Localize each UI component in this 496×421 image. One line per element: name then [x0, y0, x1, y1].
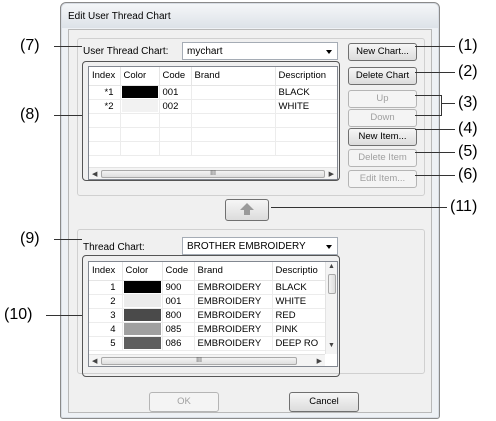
leader-line-4	[415, 129, 455, 130]
delete-item-button[interactable]: Delete Item	[348, 149, 417, 167]
callout-6: (6)	[458, 166, 478, 183]
delete-chart-button[interactable]: Delete Chart	[348, 67, 417, 85]
edit-item-button[interactable]: Edit Item...	[348, 170, 417, 188]
user-thread-chart-combobox[interactable]: mychart	[182, 42, 338, 60]
callout-11: (11)	[450, 198, 478, 215]
leader-line-3b	[415, 115, 441, 116]
cancel-button[interactable]: Cancel	[289, 392, 359, 412]
callout-1: (1)	[458, 37, 478, 54]
leader-line-2	[415, 72, 455, 73]
callout-10: (10)	[4, 306, 33, 323]
callout-frame-thread-list	[82, 255, 340, 377]
user-thread-chart-selected: mychart	[187, 46, 223, 57]
chevron-down-icon	[326, 50, 332, 54]
leader-line-9	[54, 239, 82, 240]
callout-9: (9)	[20, 230, 40, 247]
leader-line-7	[54, 46, 82, 47]
user-thread-chart-label: User Thread Chart:	[83, 46, 169, 57]
callout-8: (8)	[20, 106, 40, 123]
callout-5: (5)	[458, 143, 478, 160]
up-button[interactable]: Up	[348, 90, 417, 108]
leader-line-11	[271, 207, 447, 208]
callout-4: (4)	[458, 120, 478, 137]
title-bar[interactable]: Edit User Thread Chart	[62, 4, 438, 28]
down-button[interactable]: Down	[348, 109, 417, 127]
copy-to-user-chart-button[interactable]	[225, 199, 269, 221]
leader-line-8	[54, 115, 82, 116]
dialog-title: Edit User Thread Chart	[68, 11, 171, 22]
chevron-down-icon	[326, 245, 332, 249]
leader-line-10	[46, 315, 82, 316]
thread-chart-selected: BROTHER EMBROIDERY	[187, 241, 306, 252]
leader-line-1	[415, 46, 455, 47]
new-item-button[interactable]: New Item...	[348, 128, 417, 146]
leader-line-3a	[415, 95, 441, 96]
callout-frame-user-list	[82, 61, 340, 181]
leader-line-5	[415, 152, 455, 153]
callout-2: (2)	[458, 63, 478, 80]
callout-3: (3)	[458, 94, 478, 111]
callout-7: (7)	[20, 37, 40, 54]
ok-button[interactable]: OK	[149, 392, 219, 412]
arrow-up-icon	[240, 203, 254, 215]
leader-line-3c	[441, 95, 442, 116]
leader-line-3d	[441, 103, 455, 104]
thread-chart-combobox[interactable]: BROTHER EMBROIDERY	[182, 237, 338, 255]
leader-line-6	[415, 175, 455, 176]
new-chart-button[interactable]: New Chart...	[348, 43, 417, 61]
thread-chart-label: Thread Chart:	[83, 242, 145, 253]
